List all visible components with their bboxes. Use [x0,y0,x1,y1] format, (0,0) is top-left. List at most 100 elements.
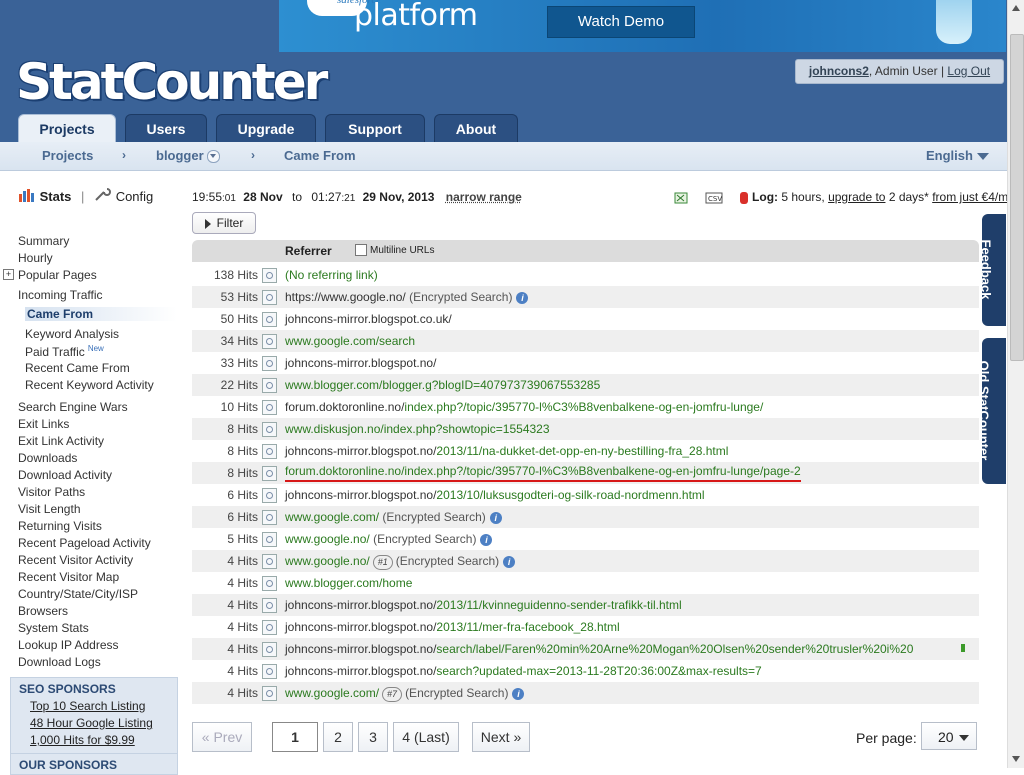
referrer-link[interactable]: johncons-mirror.blogspot.no/2013/10/luks… [285,484,705,506]
magnify-icon[interactable] [262,444,277,459]
page-button-1[interactable]: 1 [272,722,318,752]
magnify-icon[interactable] [262,488,277,503]
sidebar-item-summary[interactable]: Summary [18,234,69,248]
sidebar-item-exit-link-activity[interactable]: Exit Link Activity [18,434,104,448]
referrer-link[interactable]: https://www.google.no/ (Encrypted Search… [285,286,529,308]
magnify-icon[interactable] [262,290,277,305]
ad-banner[interactable]: salesforce platform Watch Demo [279,0,1006,52]
magnify-icon[interactable] [262,510,277,525]
scroll-down-icon[interactable] [1012,756,1020,762]
referrer-link[interactable]: www.google.no/#1 (Encrypted Search) i [285,550,516,572]
expand-plus-icon[interactable]: + [3,269,14,280]
old-statcounter-tab[interactable]: Old StatCounter [976,338,1006,484]
tab-projects[interactable]: Projects [18,114,116,142]
referrer-link[interactable]: www.google.com/#7 (Encrypted Search) i [285,682,525,704]
magnify-icon[interactable] [262,532,277,547]
sidebar-item-keyword-analysis[interactable]: Keyword Analysis [25,327,119,341]
info-icon[interactable]: i [516,291,529,304]
csv-export-icon[interactable]: CSV [705,192,723,204]
sidebar-item-download-logs[interactable]: Download Logs [18,655,101,669]
magnify-icon[interactable] [262,576,277,591]
referrer-link[interactable]: www.blogger.com/blogger.g?blogID=4079737… [285,374,600,396]
info-icon[interactable]: i [512,687,525,700]
narrow-range-link[interactable]: narrow range [446,190,522,204]
tab-about[interactable]: About [434,114,518,142]
magnify-icon[interactable] [262,422,277,437]
stats-link[interactable]: Stats [18,189,75,204]
sidebar-item-visit-length[interactable]: Visit Length [18,502,81,516]
referrer-link[interactable]: www.blogger.com/home [285,572,412,594]
tab-upgrade[interactable]: Upgrade [216,114,316,142]
referrer-link[interactable]: johncons-mirror.blogspot.no/search/label… [285,638,913,660]
referrer-link[interactable]: www.google.com/search [285,330,415,352]
sidebar-item-recent-came-from[interactable]: Recent Came From [25,361,130,375]
multiline-urls-option[interactable]: Multiline URLs [355,240,434,262]
feedback-tab[interactable]: Feedback [978,214,1006,326]
upgrade-link[interactable]: upgrade to [828,190,885,204]
sidebar-item-visitor-paths[interactable]: Visitor Paths [18,485,85,499]
referrer-link[interactable]: forum.doktoronline.no/index.php?/topic/3… [285,396,763,418]
page-button-3[interactable]: 3 [358,722,388,752]
prev-page-button[interactable]: « Prev [192,722,252,752]
magnify-icon[interactable] [262,312,277,327]
sidebar-item-search-engine-wars[interactable]: Search Engine Wars [18,400,128,414]
referrer-link[interactable]: www.google.no/ (Encrypted Search) i [285,528,493,550]
referrer-link[interactable]: johncons-mirror.blogspot.no/2013/11/na-d… [285,440,728,462]
magnify-icon[interactable] [262,400,277,415]
logout-link[interactable]: Log Out [947,64,990,78]
statcounter-logo[interactable]: StatCounter [16,54,328,110]
scroll-thumb[interactable] [1010,34,1024,361]
magnify-icon[interactable] [262,466,277,481]
filter-button[interactable]: Filter [192,212,256,234]
sidebar-item-recent-visitor-activity[interactable]: Recent Visitor Activity [18,553,133,567]
watch-demo-button[interactable]: Watch Demo [547,6,695,38]
sponsor-link[interactable]: Top 10 Search Listing [30,698,177,715]
config-link[interactable]: Config [94,188,153,204]
tab-users[interactable]: Users [125,114,207,142]
magnify-icon[interactable] [262,620,277,635]
referrer-link[interactable]: www.diskusjon.no/index.php?showtopic=155… [285,418,550,440]
sidebar-item-incoming-traffic[interactable]: Incoming Traffic [18,288,102,302]
info-icon[interactable]: i [503,555,516,568]
per-page-select[interactable]: 20 [921,722,977,750]
referrer-link[interactable]: johncons-mirror.blogspot.no/2013/11/mer-… [285,616,620,638]
magnify-icon[interactable] [262,356,277,371]
sidebar-item-returning-visits[interactable]: Returning Visits [18,519,102,533]
magnify-icon[interactable] [262,334,277,349]
sidebar-item-downloads[interactable]: Downloads [18,451,77,465]
sidebar-item-came-from[interactable]: Came From [25,307,177,321]
sidebar-item-browsers[interactable]: Browsers [18,604,68,618]
info-icon[interactable]: i [489,511,502,524]
referrer-link[interactable]: johncons-mirror.blogspot.no/2013/11/kvin… [285,594,682,616]
sidebar-item-country-state-city-isp[interactable]: Country/State/City/ISP [18,587,138,601]
chevron-down-icon[interactable] [206,150,220,164]
next-page-button[interactable]: Next » [472,722,530,752]
language-selector[interactable]: English [926,148,989,163]
sidebar-item-lookup-ip-address[interactable]: Lookup IP Address [18,638,119,652]
referrer-link[interactable]: (No referring link) [285,264,378,286]
magnify-icon[interactable] [262,554,277,569]
scroll-up-icon[interactable] [1012,5,1020,11]
page-button-last[interactable]: 4 (Last) [393,722,459,752]
excel-export-icon[interactable] [674,192,688,204]
magnify-icon[interactable] [262,686,277,701]
referrer-link[interactable]: www.google.com/ (Encrypted Search) i [285,506,502,528]
referrer-link[interactable]: johncons-mirror.blogspot.no/ [285,352,436,374]
sidebar-item-download-activity[interactable]: Download Activity [18,468,112,482]
magnify-icon[interactable] [262,378,277,393]
magnify-icon[interactable] [262,664,277,679]
scrollbar[interactable] [1007,0,1024,768]
sidebar-item-paid-traffic[interactable]: Paid Traffic New [25,344,104,359]
sidebar-item-recent-pageload-activity[interactable]: Recent Pageload Activity [18,536,151,550]
tab-support[interactable]: Support [325,114,425,142]
breadcrumb-projects[interactable]: Projects [42,148,93,163]
sponsor-link[interactable]: 1,000 Hits for $9.99 [30,732,177,749]
magnify-icon[interactable] [262,642,277,657]
magnify-icon[interactable] [262,268,277,283]
sidebar-item-hourly[interactable]: Hourly [18,251,53,265]
sidebar-item-popular-pages[interactable]: Popular Pages [18,268,97,282]
sponsor-link[interactable]: 48 Hour Google Listing [30,715,177,732]
page-button-2[interactable]: 2 [323,722,353,752]
magnify-icon[interactable] [262,598,277,613]
breadcrumb-blog[interactable]: blogger [156,148,220,164]
